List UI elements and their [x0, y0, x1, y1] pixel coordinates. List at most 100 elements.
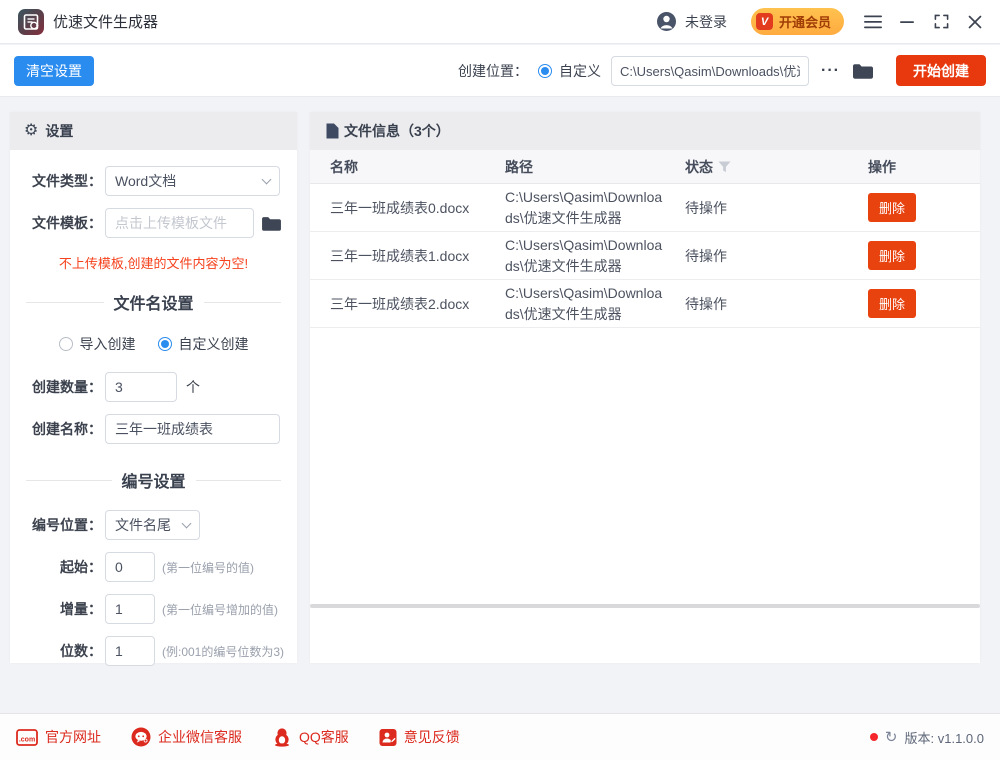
- numbering-section-title: 编号设置: [122, 468, 186, 492]
- version-area: ↻ 版本: v1.1.0.0: [870, 728, 984, 747]
- file-name: 三年一班成绩表1.docx: [330, 246, 505, 266]
- version-value: v1.1.0.0: [938, 731, 984, 746]
- import-create-radio[interactable]: 导入创建: [59, 334, 136, 354]
- filename-section-header: 文件名设置: [26, 290, 281, 314]
- start-number-hint: (第一位编号的值): [162, 559, 254, 576]
- column-name: 名称: [330, 157, 505, 177]
- minimize-button[interactable]: [890, 7, 924, 37]
- filename-section-title: 文件名设置: [114, 290, 194, 314]
- file-name: 三年一班成绩表0.docx: [330, 198, 505, 218]
- qq-icon: [272, 727, 292, 747]
- login-status[interactable]: 未登录: [685, 12, 727, 32]
- settings-panel-header: ⚙ 设置: [10, 112, 297, 150]
- settings-panel: ⚙ 设置 文件类型： Word文档 文件模板： 不上传模板,创建的文件内容为空!…: [10, 112, 297, 663]
- link-label: 意见反馈: [404, 727, 460, 747]
- file-type-select[interactable]: Word文档: [105, 166, 280, 196]
- wechat-icon: [131, 727, 151, 747]
- table-row: 三年一班成绩表0.docx C:\Users\Qasim\Downloads\优…: [310, 184, 980, 232]
- count-unit: 个: [186, 377, 200, 397]
- create-count-label: 创建数量：: [10, 377, 102, 397]
- vip-button-label: 开通会员: [779, 12, 831, 31]
- app-window: 优速文件生成器 未登录 V 开通会员: [0, 0, 1000, 760]
- app-logo-icon: [18, 9, 44, 35]
- column-status: 状态: [685, 157, 860, 177]
- create-count-input[interactable]: [105, 372, 177, 402]
- official-website-link[interactable]: .com 官方网址: [16, 727, 101, 747]
- file-status: 待操作: [685, 294, 860, 314]
- minimize-icon: [900, 15, 914, 29]
- delete-button[interactable]: 删除: [868, 289, 916, 318]
- import-create-label: 导入创建: [80, 334, 136, 354]
- create-location-label: 创建位置：: [458, 61, 528, 81]
- user-avatar-icon[interactable]: [656, 11, 677, 32]
- chevron-down-icon: [182, 518, 192, 528]
- custom-create-radio[interactable]: 自定义创建: [158, 334, 249, 354]
- website-icon: .com: [16, 729, 38, 746]
- increment-input[interactable]: [105, 594, 155, 624]
- create-name-label: 创建名称：: [10, 419, 102, 439]
- toolbar: 清空设置 创建位置： 自定义 ··· 开始创建: [0, 45, 1000, 97]
- horizontal-scrollbar[interactable]: [310, 604, 980, 608]
- template-browse-button[interactable]: [261, 215, 282, 232]
- create-name-input[interactable]: [105, 414, 280, 444]
- vip-badge-icon: V: [756, 13, 773, 30]
- file-status: 待操作: [685, 246, 860, 266]
- file-path: C:\Users\Qasim\Downloads\优速文件生成器: [505, 235, 665, 276]
- feedback-link[interactable]: 意见反馈: [379, 727, 460, 747]
- status-header-label: 状态: [685, 157, 713, 177]
- number-position-select[interactable]: 文件名尾: [105, 510, 200, 540]
- filter-icon[interactable]: [718, 161, 731, 173]
- template-upload-input[interactable]: [105, 208, 254, 238]
- maximize-button[interactable]: [924, 7, 958, 37]
- close-icon: [968, 15, 982, 29]
- radio-off-icon: [59, 337, 73, 351]
- output-path-input[interactable]: [611, 56, 809, 86]
- start-number-label: 起始：: [10, 557, 102, 577]
- file-status: 待操作: [685, 198, 860, 218]
- table-row: 三年一班成绩表2.docx C:\Users\Qasim\Downloads\优…: [310, 280, 980, 328]
- delete-button[interactable]: 删除: [868, 193, 916, 222]
- vip-upgrade-button[interactable]: V 开通会员: [751, 8, 844, 35]
- link-label: 官方网址: [45, 727, 101, 747]
- digits-hint: (例:001的编号位数为3): [162, 643, 284, 660]
- status-dot-icon: [870, 733, 878, 741]
- file-path: C:\Users\Qasim\Downloads\优速文件生成器: [505, 283, 665, 324]
- folder-icon: [852, 62, 874, 80]
- delete-button[interactable]: 删除: [868, 241, 916, 270]
- file-panel-title: 文件信息（3个）: [344, 121, 450, 141]
- table-row: 三年一班成绩表1.docx C:\Users\Qasim\Downloads\优…: [310, 232, 980, 280]
- numbering-section-header: 编号设置: [26, 468, 281, 492]
- start-create-button[interactable]: 开始创建: [896, 55, 986, 86]
- version-label: 版本:: [904, 731, 934, 746]
- browse-more-button[interactable]: ···: [817, 60, 844, 82]
- open-folder-button[interactable]: [852, 62, 874, 80]
- hamburger-icon: [864, 15, 882, 29]
- file-type-label: 文件类型：: [10, 171, 102, 191]
- qq-support-link[interactable]: QQ客服: [272, 727, 349, 747]
- maximize-icon: [934, 14, 949, 29]
- document-icon: [326, 123, 339, 139]
- digits-input[interactable]: [105, 636, 155, 666]
- gear-icon: ⚙: [24, 123, 38, 139]
- close-button[interactable]: [958, 7, 992, 37]
- start-number-input[interactable]: [105, 552, 155, 582]
- link-label: 企业微信客服: [158, 727, 242, 747]
- refresh-icon[interactable]: ↻: [885, 730, 898, 745]
- custom-create-label: 自定义创建: [179, 334, 249, 354]
- table-header: 名称 路径 状态 操作: [310, 150, 980, 184]
- wechat-support-link[interactable]: 企业微信客服: [131, 727, 242, 747]
- feedback-icon: [379, 728, 397, 747]
- folder-icon: [261, 215, 282, 232]
- menu-button[interactable]: [856, 7, 890, 37]
- file-name: 三年一班成绩表2.docx: [330, 294, 505, 314]
- template-warning-text: 不上传模板,创建的文件内容为空!: [10, 253, 297, 272]
- increment-hint: (第一位编号增加的值): [162, 601, 278, 618]
- titlebar: 优速文件生成器 未登录 V 开通会员: [0, 0, 1000, 44]
- custom-location-radio[interactable]: [538, 64, 552, 78]
- template-label: 文件模板：: [10, 213, 102, 233]
- clear-settings-button[interactable]: 清空设置: [14, 56, 94, 86]
- link-label: QQ客服: [299, 727, 349, 747]
- number-position-label: 编号位置：: [10, 515, 102, 535]
- svg-text:.com: .com: [19, 736, 35, 743]
- app-title: 优速文件生成器: [53, 11, 158, 32]
